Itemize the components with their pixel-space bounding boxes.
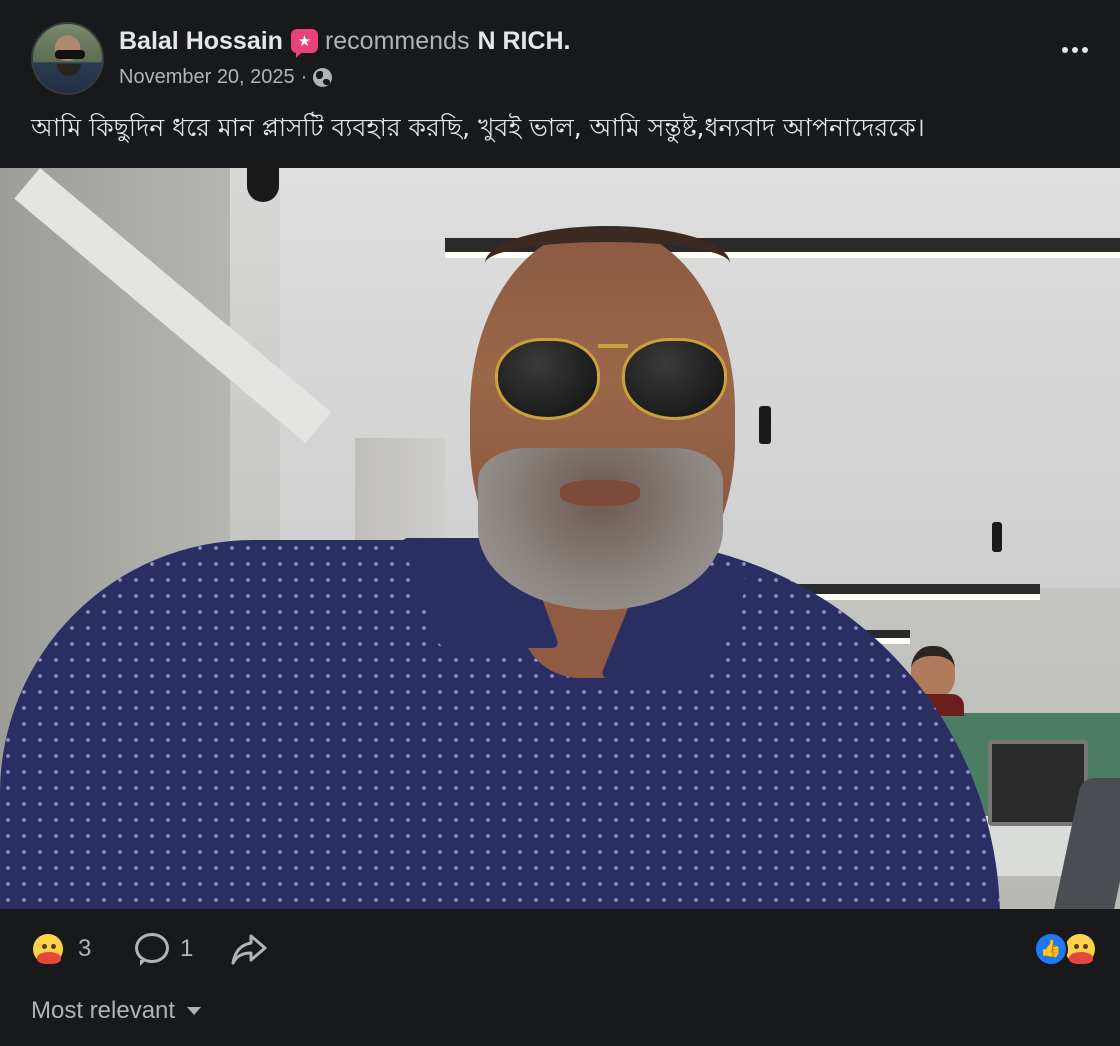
- post-header: Balal Hossain ★ recommends N RICH. Novem…: [0, 0, 1120, 168]
- action-text: recommends: [324, 26, 470, 55]
- dot-icon: [1082, 47, 1088, 53]
- avatar-glasses: [55, 50, 85, 59]
- emoji-eye: [1083, 944, 1088, 949]
- photo-sunglasses-bridge: [598, 344, 628, 348]
- post-meta: November 20, 2025 ·: [119, 63, 333, 91]
- photo-subject: [0, 168, 1120, 909]
- comment-count[interactable]: 1: [180, 934, 193, 964]
- emoji-eye: [51, 944, 56, 949]
- photo-beard: [478, 448, 723, 610]
- photo-hair: [485, 226, 730, 301]
- emoji-hands: [1069, 952, 1093, 964]
- post-text: আমি কিছুদিন ধরে মান প্লাসটি ব্যবহার করছি…: [31, 113, 925, 142]
- author-avatar[interactable]: [31, 22, 104, 95]
- avatar-beard: [57, 64, 81, 76]
- caret-down-icon: [187, 1007, 202, 1015]
- emoji-eye: [42, 944, 47, 949]
- meta-separator: ·: [300, 65, 308, 88]
- dot-icon: [1062, 47, 1068, 53]
- hugging-face-icon[interactable]: [1063, 932, 1097, 966]
- author-name[interactable]: Balal Hossain: [119, 27, 283, 56]
- recommend-star-icon: ★: [290, 29, 318, 58]
- post-date[interactable]: November 20, 2025: [119, 66, 295, 89]
- photo-mouth: [560, 480, 640, 506]
- emoji-eye: [1074, 944, 1079, 949]
- share-icon[interactable]: [231, 933, 267, 965]
- globe-icon: [313, 67, 333, 87]
- reaction-count[interactable]: 3: [78, 934, 91, 964]
- page-name-link[interactable]: N RICH.: [477, 27, 570, 56]
- comment-icon[interactable]: [135, 933, 169, 966]
- sort-label: Most relevant: [31, 997, 176, 1024]
- dot-icon: [1072, 47, 1078, 53]
- hugging-face-icon[interactable]: [31, 932, 65, 966]
- like-icon[interactable]: 👍: [1034, 932, 1068, 966]
- comments-sort-dropdown[interactable]: Most relevant: [31, 995, 202, 1027]
- post-photo[interactable]: [0, 168, 1120, 909]
- author-line: Balal Hossain ★ recommends N RICH.: [119, 25, 571, 58]
- emoji-hands: [37, 952, 61, 964]
- photo-sunglasses-lens: [495, 338, 600, 420]
- more-options-button[interactable]: [1058, 38, 1092, 62]
- photo-sunglasses-lens: [622, 338, 727, 420]
